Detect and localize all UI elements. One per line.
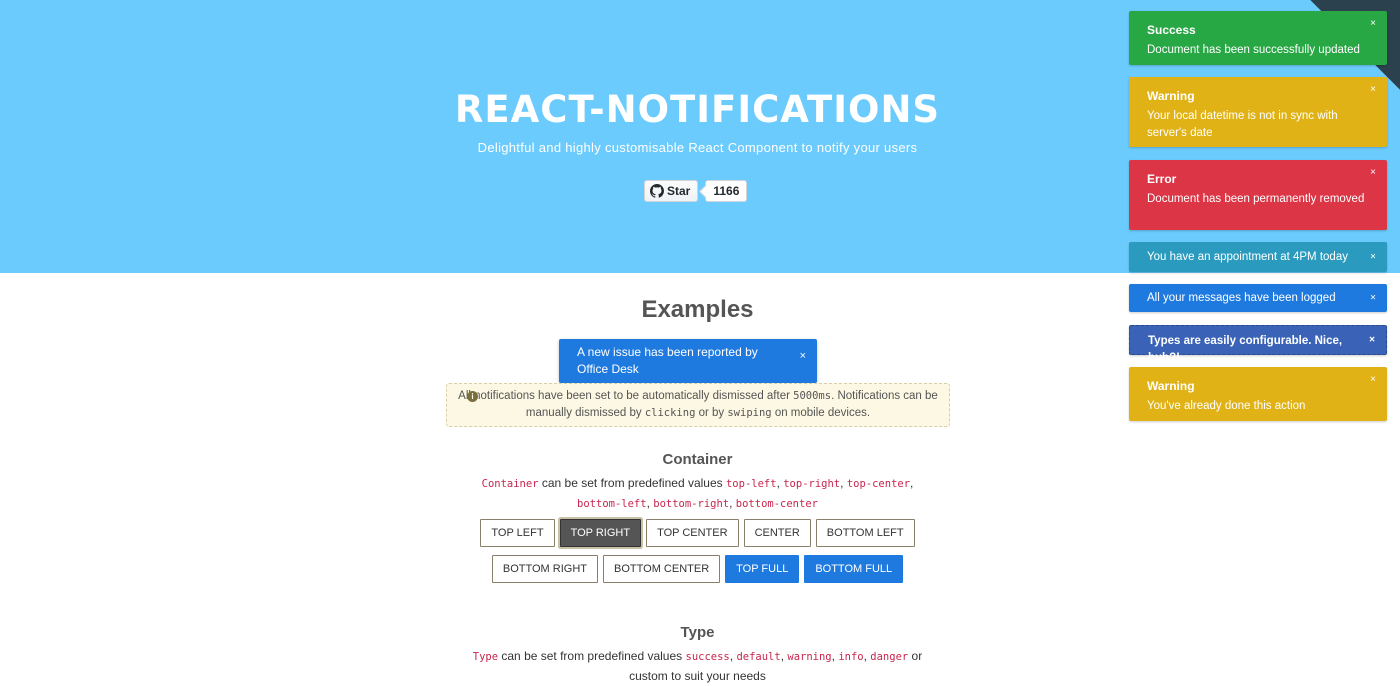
notification-custom[interactable]: Types are easily configurable. Nice, huh… — [1129, 325, 1387, 364]
close-icon[interactable]: × — [1370, 167, 1376, 178]
description-text: can be set from predefined values — [498, 649, 686, 663]
bottom-center-button[interactable]: BOTTOM CENTER — [603, 555, 721, 583]
value-code: bottom-center — [735, 498, 818, 510]
value-code: top-left — [725, 478, 777, 490]
notification-title: Success — [1147, 23, 1196, 37]
type-heading: Type — [680, 624, 715, 641]
notification-warning[interactable]: Warning Your local datetime is not in sy… — [1129, 77, 1387, 147]
value-code: bottom-right — [653, 498, 730, 510]
notification-message: Your local datetime is not in sync with … — [1147, 110, 1338, 139]
notification-message: You've already done this action — [1147, 400, 1306, 412]
notification-message: You have an appointment at 4PM today — [1147, 251, 1348, 263]
description-text: or — [908, 649, 923, 663]
description-text: custom to suit your needs — [629, 669, 766, 683]
info-text: or by — [695, 407, 728, 419]
value-code: default — [736, 651, 781, 663]
value-code: top-center — [846, 478, 911, 490]
notification-message: A new issue has been reported by Office … — [577, 345, 758, 376]
bottom-left-button[interactable]: BOTTOM LEFT — [815, 519, 915, 547]
close-icon[interactable]: × — [1370, 252, 1376, 263]
github-star-widget: Star 1166 — [644, 180, 748, 202]
info-swiping: swiping — [727, 407, 772, 419]
value-code: bottom-left — [577, 498, 647, 510]
close-icon[interactable]: × — [1370, 18, 1376, 29]
github-icon — [650, 184, 664, 198]
bottom-full-button[interactable]: BOTTOM FULL — [804, 555, 904, 583]
container-description: Container can be set from predefined val… — [481, 476, 914, 510]
info-icon: i — [467, 391, 478, 402]
notification-title: Warning — [1147, 379, 1195, 393]
type-description: Type can be set from predefined values s… — [472, 649, 923, 683]
value-code: warning — [787, 651, 832, 663]
close-icon[interactable]: × — [800, 348, 806, 365]
github-star-button[interactable]: Star — [644, 180, 699, 202]
type-code-name: Type — [472, 651, 499, 663]
notification-default[interactable]: All your messages have been logged × — [1129, 284, 1387, 312]
container-code-name: Container — [481, 478, 539, 490]
container-heading: Container — [662, 451, 733, 468]
description-text: can be set from predefined values — [538, 476, 726, 490]
notification-success[interactable]: Success Document has been successfully u… — [1129, 11, 1387, 65]
info-callout: i All notifications have been set to be … — [446, 383, 950, 427]
notification-warning-2[interactable]: Warning You've already done this action … — [1129, 367, 1387, 421]
top-right-button[interactable]: TOP RIGHT — [559, 519, 642, 547]
info-text: All notifications have been set to be au… — [458, 390, 794, 402]
notification-message: Types are easily configurable. Nice, huh… — [1148, 335, 1343, 364]
bottom-right-button[interactable]: BOTTOM RIGHT — [491, 555, 598, 583]
close-icon[interactable]: × — [1370, 84, 1376, 95]
top-full-button[interactable]: TOP FULL — [725, 555, 800, 583]
info-duration: 5000ms — [793, 390, 832, 402]
value-code: top-right — [783, 478, 841, 490]
notification-error[interactable]: Error Document has been permanently remo… — [1129, 160, 1387, 230]
container-buttons-row-2: BOTTOM RIGHT BOTTOM CENTER TOP FULL BOTT… — [0, 555, 1395, 583]
close-icon[interactable]: × — [1370, 293, 1376, 304]
star-label: Star — [667, 184, 691, 198]
notification-center[interactable]: A new issue has been reported by Office … — [559, 339, 817, 383]
value-code: info — [838, 651, 864, 663]
close-icon[interactable]: × — [1370, 374, 1376, 385]
notification-message: All your messages have been logged — [1147, 292, 1336, 304]
info-clicking: clicking — [644, 407, 696, 419]
value-code: success — [685, 651, 730, 663]
notification-message: Document has been successfully updated — [1147, 44, 1360, 56]
star-count[interactable]: 1166 — [705, 180, 748, 202]
notification-title: Warning — [1147, 89, 1195, 103]
top-center-button[interactable]: TOP CENTER — [646, 519, 739, 547]
close-icon[interactable]: × — [1369, 335, 1375, 346]
info-text: on mobile devices. — [771, 407, 871, 419]
notification-info[interactable]: You have an appointment at 4PM today × — [1129, 242, 1387, 272]
notification-message: Document has been permanently removed — [1147, 193, 1365, 205]
notification-title: Error — [1147, 172, 1177, 186]
top-left-button[interactable]: TOP LEFT — [480, 519, 555, 547]
center-button[interactable]: CENTER — [743, 519, 811, 547]
value-code: danger — [870, 651, 909, 663]
container-buttons-row-1: TOP LEFT TOP RIGHT TOP CENTER CENTER BOT… — [0, 519, 1395, 547]
